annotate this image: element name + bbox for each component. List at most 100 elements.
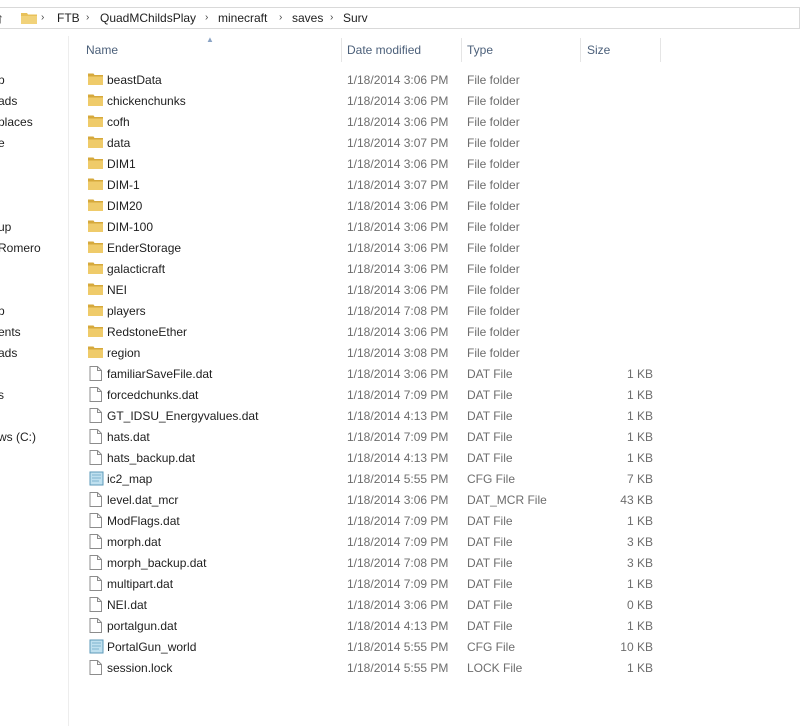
file-row[interactable]: morph.dat 1/18/2014 7:09 PM DAT File 3 KB [0,531,700,552]
file-date-modified: 1/18/2014 7:08 PM [347,556,449,570]
file-row[interactable]: cofh 1/18/2014 3:06 PM File folder [0,111,700,132]
file-name: morph_backup.dat [107,556,207,570]
chevron-right-icon[interactable]: › [86,12,89,23]
file-row[interactable]: NEI.dat 1/18/2014 3:06 PM DAT File 0 KB [0,594,700,615]
chevron-right-icon[interactable]: › [41,12,44,23]
chevron-right-icon[interactable]: › [330,12,333,23]
breadcrumb-item[interactable]: saves [292,11,323,25]
file-row[interactable]: DIM-100 1/18/2014 3:06 PM File folder [0,216,700,237]
file-date-modified: 1/18/2014 3:06 PM [347,220,449,234]
column-divider[interactable] [461,38,462,62]
file-name: morph.dat [107,535,162,549]
file-type: DAT File [467,535,513,549]
file-row[interactable]: NEI 1/18/2014 3:06 PM File folder [0,279,700,300]
file-row[interactable]: players 1/18/2014 7:08 PM File folder [0,300,700,321]
column-header-date[interactable]: Date modified [347,43,421,57]
file-type: File folder [467,136,520,150]
file-type: DAT File [467,619,513,633]
file-row[interactable]: DIM-1 1/18/2014 3:07 PM File folder [0,174,700,195]
file-row[interactable]: PortalGun_world 1/18/2014 5:55 PM CFG File… [0,636,700,657]
file-row[interactable]: familiarSaveFile.dat 1/18/2014 3:06 PM DAT… [0,363,700,384]
folder-icon [88,135,103,149]
file-row[interactable]: session.lock 1/18/2014 5:55 PM LOCK File 1 … [0,657,700,678]
file-row[interactable]: RedstoneEther 1/18/2014 3:06 PM File folde… [0,321,700,342]
file-date-modified: 1/18/2014 4:13 PM [347,619,449,633]
file-name: beastData [107,73,162,87]
file-row[interactable]: EnderStorage 1/18/2014 3:06 PM File folder [0,237,700,258]
column-divider[interactable] [580,38,581,62]
column-header-type[interactable]: Type [467,43,493,57]
file-date-modified: 1/18/2014 7:08 PM [347,304,449,318]
breadcrumb-item[interactable]: minecraft [218,11,267,25]
up-arrow-icon[interactable]: ↑ [0,9,11,27]
chevron-right-icon[interactable]: › [205,12,208,23]
file-type: File folder [467,178,520,192]
folder-icon [88,261,103,275]
file-row[interactable]: morph_backup.dat 1/18/2014 7:08 PM DAT Fil… [0,552,700,573]
file-type: DAT_MCR File [467,493,547,507]
file-type: File folder [467,325,520,339]
file-name: RedstoneEther [107,325,188,339]
folder-icon [88,177,103,191]
file-name: DIM-1 [107,178,140,192]
folder-icon [88,114,103,128]
file-size: 1 KB [626,661,653,675]
file-name: GT_IDSU_Energyvalues.dat [107,409,259,423]
file-size: 3 KB [626,535,653,549]
config-file-icon [89,471,104,486]
folder-icon [88,240,103,254]
file-icon [89,555,104,570]
file-row[interactable]: DIM20 1/18/2014 3:06 PM File folder [0,195,700,216]
file-row[interactable]: galacticraft 1/18/2014 3:06 PM File folder [0,258,700,279]
file-name: hats.dat [107,430,150,444]
file-row[interactable]: beastData 1/18/2014 3:06 PM File folder [0,69,700,90]
column-divider[interactable] [660,38,661,62]
file-row[interactable]: GT_IDSU_Energyvalues.dat 1/18/2014 4:13 P… [0,405,700,426]
file-row[interactable]: chickenchunks 1/18/2014 3:06 PM File folde… [0,90,700,111]
column-header-size[interactable]: Size [587,43,610,57]
file-type: DAT File [467,556,513,570]
file-size: 0 KB [626,598,653,612]
file-name: forcedchunks.dat [107,388,199,402]
file-name: cofh [107,115,130,129]
file-size: 1 KB [626,619,653,633]
file-name: session.lock [107,661,173,675]
file-type: DAT File [467,409,513,423]
file-row[interactable]: region 1/18/2014 3:08 PM File folder [0,342,700,363]
breadcrumb-item[interactable]: FTB [57,11,80,25]
chevron-right-icon[interactable]: › [279,12,282,23]
file-icon [89,408,104,423]
file-row[interactable]: DIM1 1/18/2014 3:06 PM File folder [0,153,700,174]
file-date-modified: 1/18/2014 3:06 PM [347,115,449,129]
file-row[interactable]: level.dat_mcr 1/18/2014 3:06 PM DAT_MCR Fi… [0,489,700,510]
file-row[interactable]: forcedchunks.dat 1/18/2014 7:09 PM DAT Fil… [0,384,700,405]
file-size: 43 KB [620,493,653,507]
file-name: ModFlags.dat [107,514,180,528]
column-header-name[interactable]: Name [86,43,118,57]
file-row[interactable]: hats.dat 1/18/2014 7:09 PM DAT File 1 KB [0,426,700,447]
breadcrumb-item[interactable]: QuadMChildsPlay [100,11,196,25]
file-size: 7 KB [626,472,653,486]
file-row[interactable]: hats_backup.dat 1/18/2014 4:13 PM DAT File… [0,447,700,468]
column-divider[interactable] [341,38,342,62]
file-row[interactable]: multipart.dat 1/18/2014 7:09 PM DAT File 1 … [0,573,700,594]
file-type: File folder [467,262,520,276]
file-size: 3 KB [626,556,653,570]
breadcrumb-item[interactable]: Surv [343,11,368,25]
file-row[interactable]: ic2_map 1/18/2014 5:55 PM CFG File 7 KB [0,468,700,489]
file-row[interactable]: portalgun.dat 1/18/2014 4:13 PM DAT File 1 … [0,615,700,636]
file-name: NEI [107,283,128,297]
file-icon [89,576,104,591]
config-file-icon [89,639,104,654]
file-row[interactable]: ModFlags.dat 1/18/2014 7:09 PM DAT File 1 K… [0,510,700,531]
file-date-modified: 1/18/2014 3:06 PM [347,73,449,87]
file-row[interactable]: data 1/18/2014 3:07 PM File folder [0,132,700,153]
file-date-modified: 1/18/2014 3:07 PM [347,136,449,150]
file-name: PortalGun_world [107,640,197,654]
folder-icon [21,11,37,24]
file-name: portalgun.dat [107,619,178,633]
file-type: File folder [467,73,520,87]
file-type: DAT File [467,388,513,402]
address-bar[interactable]: ↑ › FTB › QuadMChildsPlay › minecraft › … [0,7,800,29]
folder-icon [88,324,103,338]
